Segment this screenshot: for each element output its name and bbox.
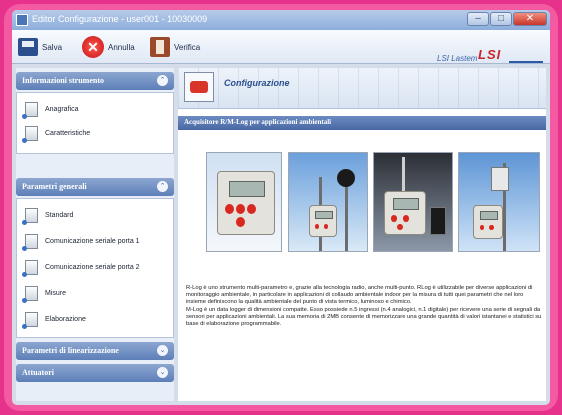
content-header: Configurazione (178, 68, 546, 109)
main-content: Configurazione Acquisitore R/M-Log per a… (178, 68, 546, 401)
sidebar-item-standard[interactable]: Standard (22, 207, 74, 225)
section-header-informazioni[interactable]: Informazioni strumento ⌃ (16, 72, 174, 90)
chevron-up-icon[interactable]: ⌃ (157, 181, 168, 192)
section-title: Parametri generali (22, 182, 87, 191)
section-title: Parametri di linearizzazione (22, 346, 119, 355)
sidebar-item-label: Anagrafica (45, 105, 79, 113)
description-paragraph-mlog: M-Log è un data logger di dimensioni com… (186, 306, 542, 328)
verify-label: Verifica (174, 42, 201, 52)
section-body-parametri-generali: Standard Comunicazione seriale porta 1 C… (16, 198, 174, 338)
document-icon (22, 207, 38, 225)
sidebar-item-label: Comunicazione seriale porta 1 (45, 237, 140, 245)
sidebar-item-label: Comunicazione seriale porta 2 (45, 263, 140, 271)
cancel-button[interactable]: ✕ Annulla (82, 36, 135, 58)
app-window: Editor Configurazione - user001 - 100300… (12, 10, 550, 405)
save-button[interactable]: Salva (18, 36, 62, 58)
section-title: Attuatori (22, 368, 54, 377)
section-header-linearizzazione[interactable]: Parametri di linearizzazione ⌄ (16, 342, 174, 360)
sidebar-item-label: Caratteristiche (45, 129, 91, 137)
product-photo-mlog (373, 152, 453, 252)
sidebar-item-label: Standard (45, 211, 74, 219)
company-logo: LSI (478, 47, 502, 62)
content-subtitle: Acquisitore R/M-Log per applicazioni amb… (184, 118, 332, 126)
sidebar-item-seriale-1[interactable]: Comunicazione seriale porta 1 (22, 233, 140, 251)
description-paragraph-rlog: R-Log è uno strumento multi-parametro e,… (186, 285, 533, 306)
header-grid-pattern (178, 68, 546, 108)
section-body-informazioni: Anagrafica Caratteristiche (16, 92, 174, 154)
verify-icon (150, 37, 170, 57)
document-icon (22, 285, 38, 303)
device-icon (184, 72, 214, 102)
sidebar-item-misure[interactable]: Misure (22, 285, 67, 303)
title-bar: Editor Configurazione - user001 - 100300… (12, 10, 550, 30)
app-icon (16, 14, 28, 26)
document-icon (22, 125, 38, 143)
section-title: Informazioni strumento (22, 76, 104, 85)
chevron-down-icon[interactable]: ⌄ (157, 367, 168, 378)
sidebar-item-caratteristiche[interactable]: Caratteristiche (22, 125, 91, 143)
page-title: Configurazione (224, 78, 290, 88)
minimize-button[interactable]: – (467, 12, 489, 26)
product-photo-field-station (288, 152, 368, 252)
verify-button[interactable]: Verifica (150, 36, 200, 58)
close-button[interactable]: ✕ (513, 12, 547, 26)
sidebar-item-seriale-2[interactable]: Comunicazione seriale porta 2 (22, 259, 140, 277)
data-logger-device (217, 171, 275, 235)
sensor-shield (491, 167, 509, 191)
maximize-button[interactable]: □ (490, 12, 512, 26)
brand-text: LSI Lastem (437, 54, 478, 63)
handheld-device (430, 207, 446, 235)
content-subtitle-bar: Acquisitore R/M-Log per applicazioni amb… (178, 116, 546, 130)
window-title: Editor Configurazione - user001 - 100300… (32, 14, 208, 24)
sidebar-item-label: Elaborazione (45, 315, 86, 323)
cancel-icon: ✕ (82, 36, 104, 58)
cancel-label: Annulla (108, 42, 135, 52)
floppy-disk-icon (18, 38, 38, 56)
document-icon (22, 101, 38, 119)
chevron-up-icon[interactable]: ⌃ (157, 75, 168, 86)
product-photo-outdoor-station (458, 152, 540, 252)
sidebar-item-elaborazione[interactable]: Elaborazione (22, 311, 86, 329)
document-icon (22, 311, 38, 329)
content-body: R-Log è uno strumento multi-parametro e,… (178, 130, 546, 401)
toolbar: Salva ✕ Annulla Verifica LSI Lastem LSI (12, 30, 550, 64)
section-header-attuatori[interactable]: Attuatori ⌄ (16, 364, 174, 382)
save-label: Salva (42, 42, 63, 52)
logo-underline (509, 61, 543, 63)
sidebar-item-anagrafica[interactable]: Anagrafica (22, 101, 79, 119)
globe-thermometer-icon (337, 169, 355, 187)
sidebar-item-label: Misure (45, 289, 67, 297)
product-photo-rlog (206, 152, 282, 252)
document-icon (22, 259, 38, 277)
chevron-down-icon[interactable]: ⌄ (157, 345, 168, 356)
description-text: R-Log è uno strumento multi-parametro e,… (186, 285, 542, 328)
document-icon (22, 233, 38, 251)
sidebar: Informazioni strumento ⌃ Anagrafica Cara… (16, 68, 174, 401)
section-header-parametri-generali[interactable]: Parametri generali ⌃ (16, 178, 174, 196)
